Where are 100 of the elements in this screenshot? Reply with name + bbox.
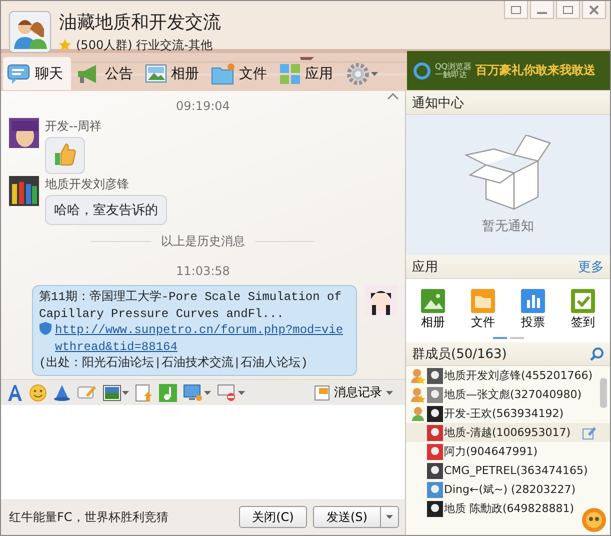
close-icon [589, 4, 599, 14]
image-button[interactable] [103, 384, 129, 400]
ad-logo-subtitle: 一触即达 [435, 70, 467, 78]
more-link[interactable]: 更多 [578, 258, 604, 276]
message-text: 第11期：帝国理工大学-Pore Scale Simulation of Capillary Pressure Curves andFl... [39, 289, 342, 322]
send-options-button[interactable] [381, 506, 399, 528]
member-name: Ding←(斌~) (28203227) [444, 482, 576, 497]
message-input[interactable] [1, 405, 405, 499]
skin-icon [511, 6, 521, 14]
scrollbar[interactable] [600, 378, 607, 408]
member-name: 地质—张文彪(327040980) [444, 387, 582, 402]
tab[interactable]: 公告 [71, 57, 141, 90]
member-name: 开发-王欢(563934192) [444, 406, 564, 421]
caret-icon [204, 390, 211, 394]
person-star-icon [410, 368, 426, 384]
panel-title: 群成员(50/163) [412, 346, 507, 362]
search-icon[interactable] [590, 346, 604, 360]
star-icon [59, 39, 71, 51]
skin-button[interactable] [504, 1, 528, 19]
avatar-icon [427, 462, 443, 478]
maximize-icon [563, 6, 573, 14]
shield-icon [39, 322, 52, 335]
empty-box-icon [462, 135, 554, 213]
note-pen-icon [77, 384, 97, 402]
doodle-button[interactable] [77, 384, 97, 402]
send-button[interactable]: 发送(S) [313, 506, 381, 528]
group-avatar-icon [9, 10, 51, 52]
app-item[interactable]: 投票 [521, 289, 545, 331]
member-row[interactable]: 地质开发刘彦锋(455201766) [406, 366, 610, 385]
folder-icon [211, 62, 235, 84]
sun-sticker-icon [581, 507, 607, 533]
tab[interactable]: 应用 [275, 57, 341, 90]
tab[interactable]: 文件 [207, 57, 275, 90]
close-chat-button[interactable]: 关闭(C) [239, 506, 307, 528]
bar-chart-icon [521, 289, 545, 313]
page-indicator[interactable] [492, 337, 506, 339]
smiley-icon [29, 384, 47, 402]
window-title: 油藏地质和开发交流 [59, 10, 221, 34]
app-grid-icon [279, 62, 301, 84]
history-button[interactable]: 消息记录 [308, 383, 399, 402]
edit-icon[interactable] [582, 426, 596, 440]
emoji-button[interactable] [29, 384, 47, 402]
member-name: 地质-清越(1006953017) [444, 425, 571, 440]
panel-title: 应用 [412, 258, 438, 276]
avatar-icon [9, 118, 39, 148]
timestamp: 11:03:58 [176, 264, 230, 278]
music-note-icon [159, 384, 177, 402]
avatar-icon [427, 406, 443, 422]
sender-name: 地质开发刘彦锋 [45, 176, 130, 193]
app-item[interactable]: 签到 [571, 289, 595, 331]
history-divider: 以上是历史消息 [161, 233, 245, 250]
document-upload-icon [135, 384, 153, 402]
app-item[interactable]: 相册 [421, 289, 445, 331]
empty-message: 暂无通知 [482, 218, 534, 235]
hat-icon [53, 384, 71, 402]
member-row[interactable]: Ding←(斌~) (28203227) [406, 480, 610, 499]
message-link[interactable]: http://www.sunpetro.cn/forum.php?mod=viewthread&tid=88164 [55, 322, 350, 355]
settings-icon [347, 62, 369, 84]
member-row[interactable]: 开发-王欢(563934192) [406, 404, 610, 423]
tab[interactable]: 相册 [141, 57, 207, 90]
block-icon [217, 384, 237, 402]
member-row[interactable]: CMG_PETREL(363474165) [406, 461, 610, 480]
member-row[interactable]: 地质-清越(1006953017) [406, 423, 610, 442]
avatar-icon [427, 482, 443, 498]
minimize-button[interactable] [530, 1, 554, 19]
avatar-icon [427, 444, 443, 460]
maximize-button[interactable] [556, 1, 580, 19]
tab[interactable]: 聊天 [3, 57, 71, 90]
avatar-icon [427, 424, 443, 440]
caret-icon [371, 72, 378, 76]
member-name: 阿力(904647991) [444, 444, 538, 459]
music-button[interactable] [159, 384, 177, 402]
magic-button[interactable] [53, 384, 71, 402]
person-icon [410, 406, 426, 422]
ad-link[interactable]: 红牛能量FC，世界杯胜利竞猜 [9, 508, 233, 526]
caret-icon [386, 515, 393, 519]
person-star-icon [410, 386, 426, 402]
picture-icon [145, 64, 167, 84]
picture-icon [421, 289, 445, 313]
screenshot-button[interactable] [183, 384, 211, 402]
close-button[interactable] [582, 1, 606, 19]
avatar-icon [427, 386, 443, 402]
font-icon [7, 384, 23, 400]
browser-logo-icon [413, 62, 431, 80]
member-row[interactable]: 地质 陈勳政(649828881) [406, 499, 610, 518]
more-button[interactable] [217, 384, 245, 402]
member-row[interactable]: 地质—张文彪(327040980) [406, 385, 610, 404]
caret-icon [122, 390, 129, 394]
ad-text: 百万豪礼你敢来我敢送 [476, 62, 596, 79]
timestamp: 09:19:04 [176, 99, 230, 113]
caret-icon [238, 390, 245, 394]
file-button[interactable] [135, 384, 153, 402]
group-info: (500人群) 行业交流-其他 [76, 36, 212, 54]
font-button[interactable] [7, 384, 23, 400]
page-indicator[interactable] [510, 337, 524, 339]
app-item[interactable]: 文件 [471, 289, 495, 331]
monitor-icon [183, 384, 203, 402]
member-row[interactable]: 阿力(904647991) [406, 442, 610, 461]
collapse-icon[interactable] [387, 93, 399, 100]
chat-bubble-icon [7, 62, 31, 84]
